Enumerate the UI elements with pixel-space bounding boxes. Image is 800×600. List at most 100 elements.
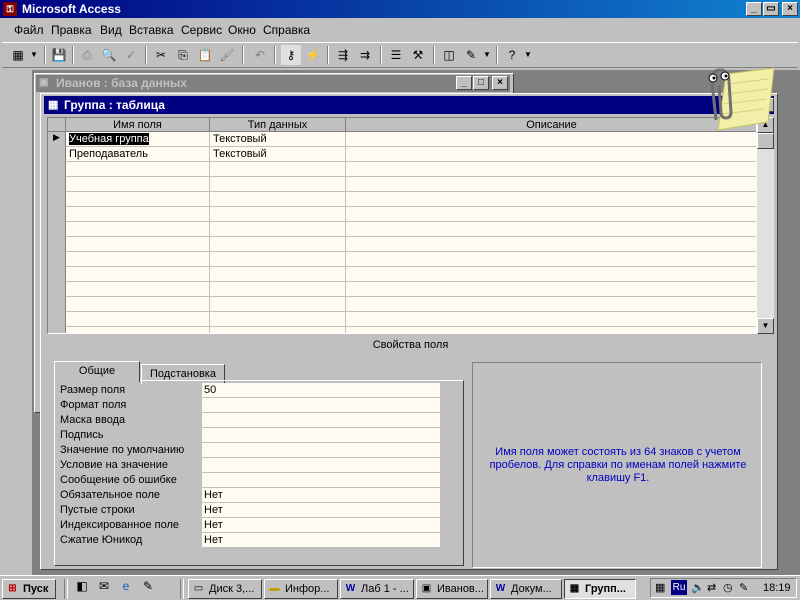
menu-tools[interactable]: Сервис bbox=[181, 23, 222, 37]
field-name-cell[interactable] bbox=[66, 162, 210, 177]
quicklaunch-desktop-icon[interactable]: ◧ bbox=[74, 579, 90, 597]
properties-icon[interactable]: ☰ bbox=[386, 45, 406, 65]
database-window-title-bar[interactable]: ▣ Иванов : база данных _ □ × bbox=[36, 75, 510, 92]
scroll-thumb[interactable] bbox=[757, 133, 774, 149]
data-type-cell[interactable] bbox=[210, 162, 346, 177]
description-cell[interactable] bbox=[346, 327, 756, 333]
spelling-icon[interactable]: ✓ bbox=[121, 45, 141, 65]
menu-edit[interactable]: Правка bbox=[51, 23, 92, 37]
build-icon[interactable]: ⚒ bbox=[408, 45, 428, 65]
minimize-button[interactable]: _ bbox=[746, 2, 762, 16]
row-selector[interactable] bbox=[48, 237, 66, 252]
field-name-cell[interactable] bbox=[66, 267, 210, 282]
data-type-cell[interactable]: Текстовый bbox=[210, 147, 346, 162]
format-painter-icon[interactable]: 🖌 bbox=[217, 45, 237, 65]
task-document-word[interactable]: W Докум... bbox=[490, 579, 562, 599]
menu-window[interactable]: Окно bbox=[228, 23, 256, 37]
row-selector[interactable] bbox=[48, 177, 66, 192]
db-maximize-button[interactable]: □ bbox=[473, 76, 489, 90]
menu-file[interactable]: Файл bbox=[14, 23, 44, 37]
table-row[interactable]: ▶ Учебная группа Текстовый bbox=[48, 132, 756, 147]
empty-row[interactable] bbox=[48, 177, 756, 192]
property-value-field-size[interactable]: 50 bbox=[202, 383, 440, 397]
undo-icon[interactable]: ↶ bbox=[250, 45, 270, 65]
scroll-down-button[interactable]: ▼ bbox=[757, 318, 774, 334]
row-selector[interactable] bbox=[48, 267, 66, 282]
tray-tool-icon[interactable]: ✎ bbox=[739, 581, 748, 594]
field-name-cell[interactable]: Преподаватель bbox=[66, 147, 210, 162]
empty-row[interactable] bbox=[48, 162, 756, 177]
indexes-icon[interactable]: ⚡ bbox=[303, 45, 323, 65]
description-cell[interactable] bbox=[346, 222, 756, 237]
empty-row[interactable] bbox=[48, 327, 756, 333]
empty-row[interactable] bbox=[48, 222, 756, 237]
row-selector[interactable] bbox=[48, 282, 66, 297]
description-cell[interactable] bbox=[346, 297, 756, 312]
property-value-default-value[interactable] bbox=[202, 443, 440, 457]
property-value-validation-text[interactable] bbox=[202, 473, 440, 487]
help-dropdown-icon[interactable]: ▼ bbox=[522, 45, 534, 65]
data-type-cell[interactable] bbox=[210, 282, 346, 297]
empty-row[interactable] bbox=[48, 297, 756, 312]
data-type-cell[interactable] bbox=[210, 312, 346, 327]
help-icon[interactable]: ? bbox=[502, 45, 522, 65]
database-window-icon[interactable]: ◫ bbox=[439, 45, 459, 65]
volume-icon[interactable]: 🔈 bbox=[691, 581, 705, 594]
data-type-cell[interactable] bbox=[210, 177, 346, 192]
row-selector[interactable] bbox=[48, 192, 66, 207]
tray-scheduler-icon[interactable]: ◷ bbox=[723, 581, 733, 594]
field-name-cell[interactable] bbox=[66, 177, 210, 192]
quicklaunch-tool-icon[interactable]: ✎ bbox=[140, 579, 156, 597]
description-cell[interactable] bbox=[346, 147, 756, 162]
row-selector[interactable] bbox=[48, 312, 66, 327]
quicklaunch-ie-icon[interactable]: e bbox=[118, 579, 134, 597]
description-cell[interactable] bbox=[346, 267, 756, 282]
tray-network-icon[interactable]: ⇄ bbox=[707, 581, 716, 594]
access-key-icon[interactable]: ⚿ bbox=[3, 2, 17, 16]
row-selector[interactable]: ▶ bbox=[48, 132, 66, 147]
column-header-description[interactable]: Описание bbox=[346, 118, 756, 132]
empty-row[interactable] bbox=[48, 267, 756, 282]
row-selector[interactable] bbox=[48, 327, 66, 333]
db-close-button[interactable]: × bbox=[492, 76, 508, 90]
empty-row[interactable] bbox=[48, 282, 756, 297]
row-selector[interactable] bbox=[48, 297, 66, 312]
column-header-field-name[interactable]: Имя поля bbox=[66, 118, 210, 132]
table-window-title-bar[interactable]: ▦ Группа : таблица × bbox=[44, 96, 774, 114]
property-value-required[interactable]: Нет bbox=[202, 488, 440, 502]
empty-row[interactable] bbox=[48, 237, 756, 252]
data-type-cell[interactable] bbox=[210, 222, 346, 237]
view-icon[interactable]: ▦ bbox=[8, 45, 28, 65]
menu-insert[interactable]: Вставка bbox=[129, 23, 174, 37]
table-row[interactable]: Преподаватель Текстовый bbox=[48, 147, 756, 162]
property-value-input-mask[interactable] bbox=[202, 413, 440, 427]
description-cell[interactable] bbox=[346, 282, 756, 297]
field-name-cell[interactable] bbox=[66, 207, 210, 222]
data-type-cell[interactable] bbox=[210, 327, 346, 333]
column-header-data-type[interactable]: Тип данных bbox=[210, 118, 346, 132]
description-cell[interactable] bbox=[346, 192, 756, 207]
print-preview-icon[interactable]: 🔍 bbox=[99, 45, 119, 65]
delete-rows-icon[interactable]: ⇉ bbox=[355, 45, 375, 65]
cut-icon[interactable]: ✂ bbox=[151, 45, 171, 65]
row-selector[interactable] bbox=[48, 252, 66, 267]
description-cell[interactable] bbox=[346, 312, 756, 327]
row-selector[interactable] bbox=[48, 147, 66, 162]
row-selector[interactable] bbox=[48, 162, 66, 177]
field-name-cell[interactable] bbox=[66, 222, 210, 237]
paperclip-assistant-icon[interactable] bbox=[698, 64, 776, 134]
new-object-icon[interactable]: ✎ bbox=[461, 45, 481, 65]
save-icon[interactable]: 💾 bbox=[49, 45, 69, 65]
print-icon[interactable]: ⎙ bbox=[77, 45, 97, 65]
description-cell[interactable] bbox=[346, 177, 756, 192]
language-indicator[interactable]: Ru bbox=[671, 580, 687, 595]
description-cell[interactable] bbox=[346, 207, 756, 222]
tab-general[interactable]: Общие bbox=[54, 361, 140, 382]
view-dropdown-icon[interactable]: ▼ bbox=[28, 45, 40, 65]
description-cell[interactable] bbox=[346, 132, 756, 147]
menu-view[interactable]: Вид bbox=[100, 23, 122, 37]
property-value-allow-zero-length[interactable]: Нет bbox=[202, 503, 440, 517]
office-assistant[interactable] bbox=[698, 64, 776, 134]
new-object-dropdown-icon[interactable]: ▼ bbox=[481, 45, 493, 65]
field-name-cell[interactable] bbox=[66, 192, 210, 207]
